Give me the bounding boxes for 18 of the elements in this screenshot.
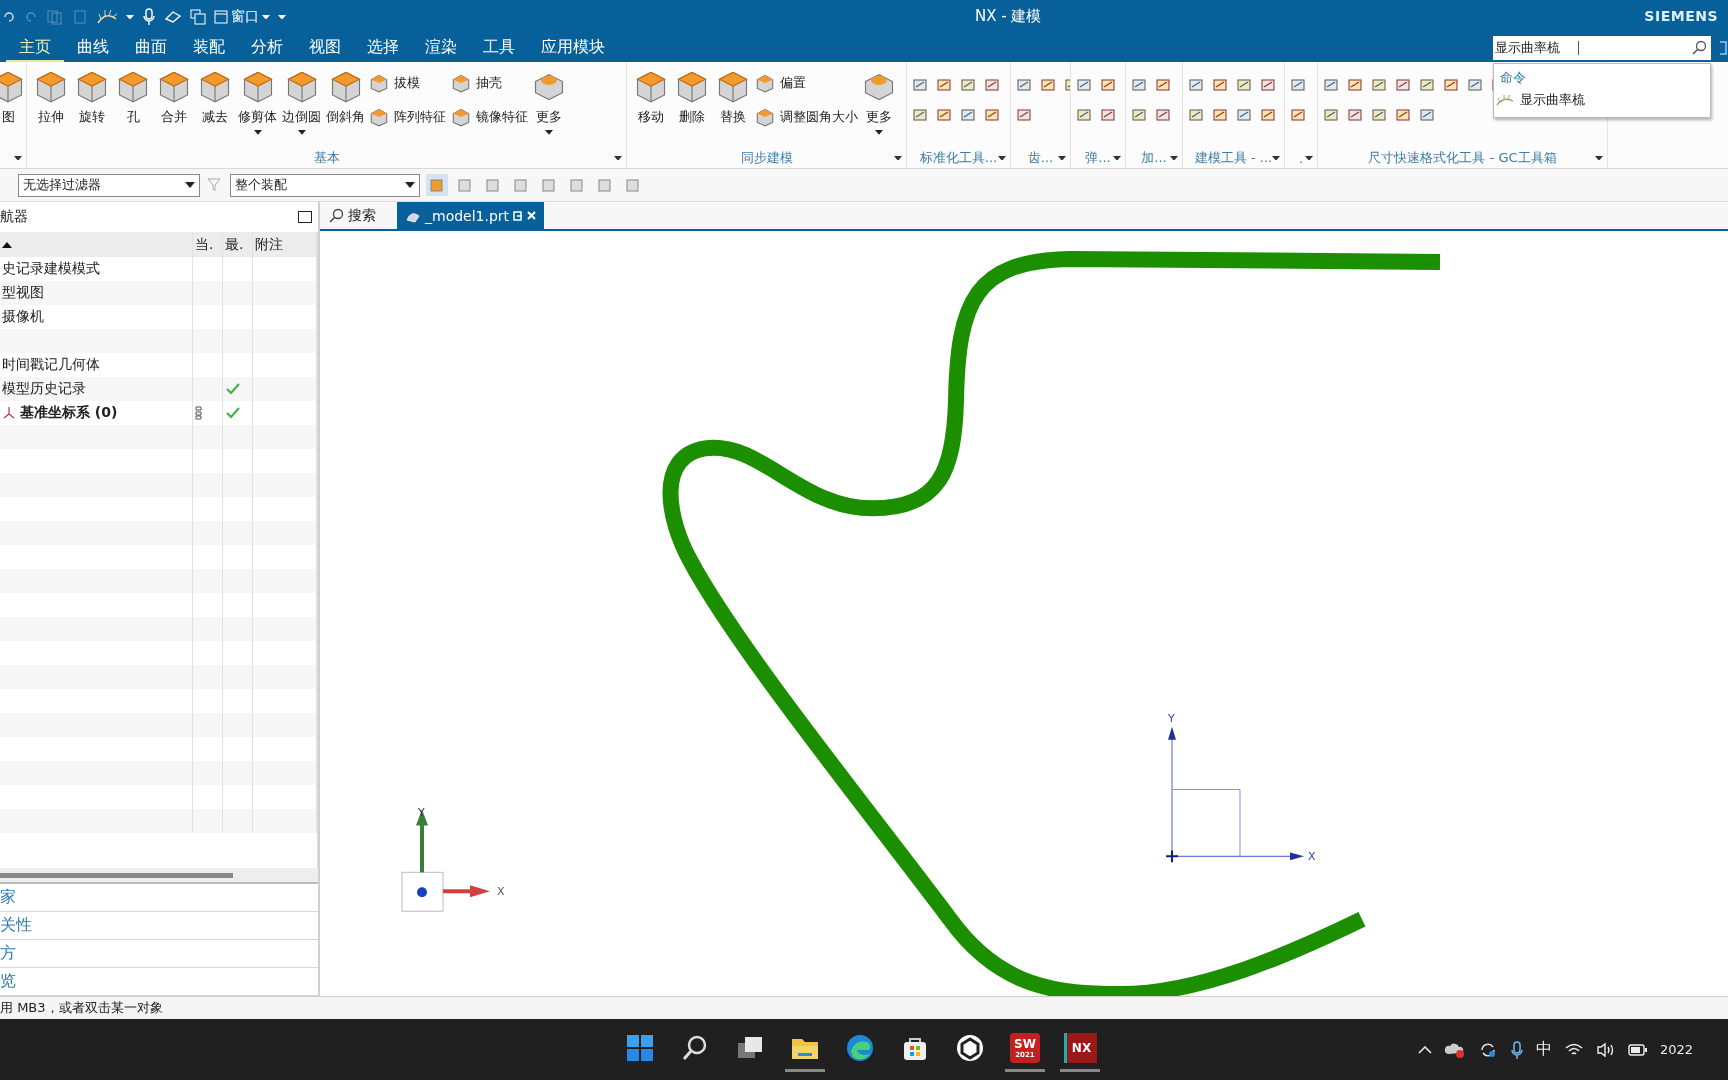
dropdown-heading: 命令 (1499, 69, 1527, 87)
group-label: 齿... (1027, 149, 1054, 167)
axis-label: X (497, 885, 505, 899)
group-label: . (1298, 150, 1304, 166)
group-label: 同步建模 (740, 149, 793, 167)
group-label: 标准化工具... (919, 149, 998, 167)
group-label: 尺寸快速格式化工具 - GC工具箱 (1368, 149, 1557, 167)
axis-label: X (1308, 850, 1316, 864)
axis-label: Y (418, 806, 425, 820)
navigator-title: 航器 (0, 208, 28, 226)
window-title: NX - 建模 (975, 7, 1042, 26)
axis-label: Y (1168, 711, 1175, 725)
status-message: 用 MB3，或者双击某一对象 (0, 999, 163, 1017)
group-label: 加... (1141, 149, 1167, 167)
group-label: 建模工具 - ... (1194, 149, 1273, 167)
brand-logo: SIEMENS (1644, 8, 1718, 24)
group-label: 弹... (1085, 149, 1111, 167)
group-label: 基本 (313, 149, 340, 167)
